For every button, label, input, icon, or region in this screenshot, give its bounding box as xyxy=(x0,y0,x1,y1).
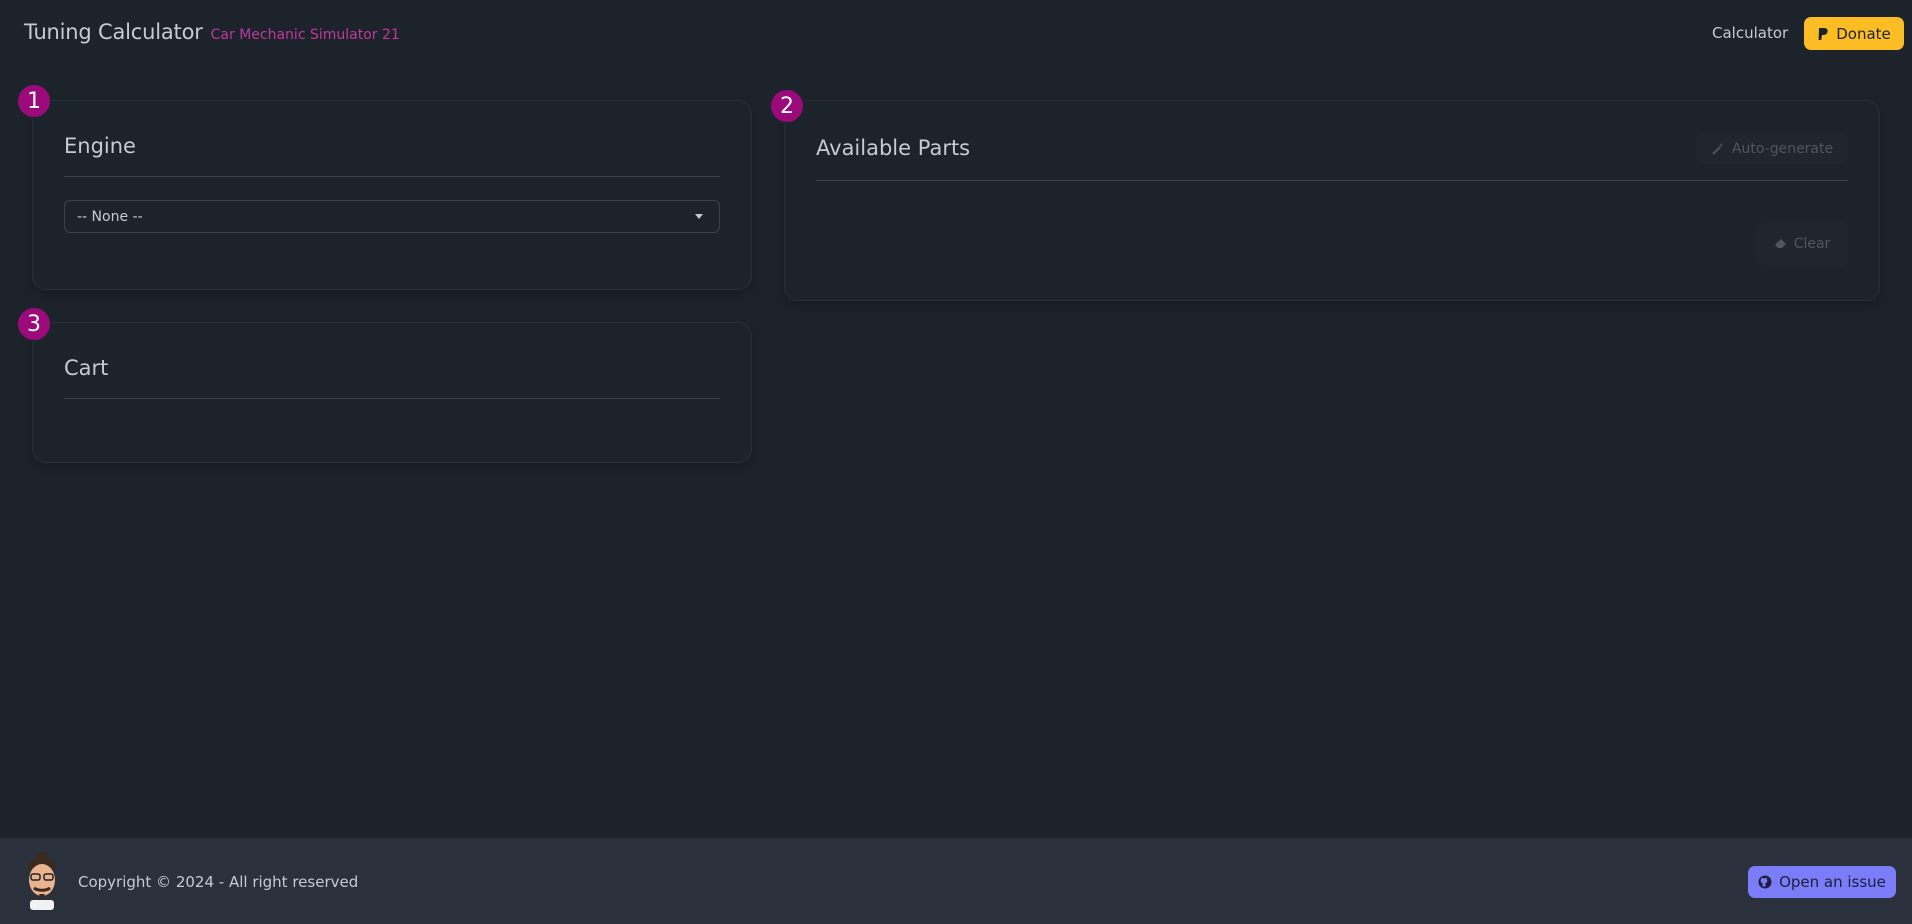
engine-title: Engine xyxy=(64,134,136,158)
auto-generate-button[interactable]: Auto-generate xyxy=(1696,134,1848,164)
clear-button[interactable]: Clear xyxy=(1756,222,1848,266)
paypal-icon xyxy=(1818,27,1828,40)
footer: Copyright © 2024 - All right reserved Op… xyxy=(0,838,1912,924)
app-title: Tuning Calculator xyxy=(24,20,203,44)
cart-card xyxy=(32,322,752,463)
clear-label: Clear xyxy=(1793,236,1831,252)
nav-calculator-link[interactable]: Calculator xyxy=(1712,24,1788,42)
eraser-icon xyxy=(1774,239,1786,248)
donate-button[interactable]: Donate xyxy=(1804,17,1904,50)
page: Tuning Calculator Car Mechanic Simulator… xyxy=(0,0,1912,924)
app-subtitle: Car Mechanic Simulator 21 xyxy=(210,27,400,43)
step-badge-cart: 3 xyxy=(16,306,52,342)
avatar xyxy=(28,852,56,910)
engine-divider xyxy=(64,176,720,177)
available-parts-divider xyxy=(816,180,1848,181)
engine-select[interactable]: -- None -- xyxy=(64,200,720,233)
open-issue-button[interactable]: Open an issue xyxy=(1748,866,1896,898)
available-parts-title: Available Parts xyxy=(816,136,971,160)
engine-select-value: -- None -- xyxy=(77,208,143,225)
cart-divider xyxy=(64,398,720,399)
header: Tuning Calculator Car Mechanic Simulator… xyxy=(0,0,1912,68)
brand[interactable]: Tuning Calculator Car Mechanic Simulator… xyxy=(24,20,400,44)
available-parts-card xyxy=(784,100,1880,301)
step-badge-parts: 2 xyxy=(769,88,805,124)
magic-wand-icon xyxy=(1712,143,1723,155)
donate-label: Donate xyxy=(1836,24,1891,43)
engine-card xyxy=(32,100,752,290)
auto-generate-label: Auto-generate xyxy=(1731,141,1834,157)
open-issue-label: Open an issue xyxy=(1779,873,1886,891)
github-icon xyxy=(1758,875,1772,889)
copyright-text: Copyright © 2024 - All right reserved xyxy=(78,873,359,891)
step-badge-engine: 1 xyxy=(16,83,52,119)
caret-down-icon xyxy=(695,214,703,219)
cart-title: Cart xyxy=(64,356,109,380)
